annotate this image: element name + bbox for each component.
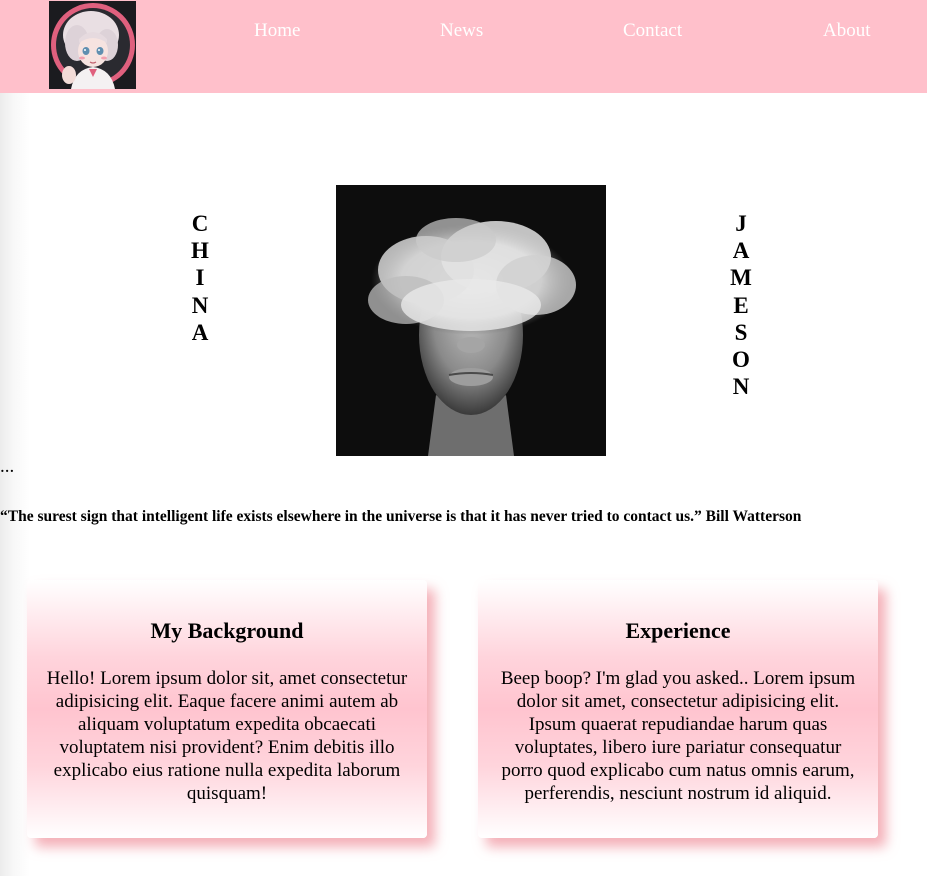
card-title: My Background [150,618,304,643]
last-name-vertical: J A M E S O N [721,210,761,400]
quote-text: “The surest sign that intelligent life e… [0,508,802,525]
name-letter: E [733,292,749,318]
name-letter: C [191,211,209,236]
smoke-face-icon [336,185,606,456]
name-letter: H [191,238,209,264]
card-body: Hello! Lorem ipsum dolor sit, amet conse… [46,668,408,804]
name-letter: I [195,265,205,291]
name-letter: N [732,374,750,400]
card-title: Experience [625,618,731,643]
nav-link-home[interactable]: Home [254,19,300,43]
logo-avatar[interactable] [49,1,136,89]
nav-link-news[interactable]: News [440,19,483,43]
card-body: Beep boop? I'm glad you asked.. Lorem ip… [500,668,856,804]
first-name-vertical: C H I N A [180,210,220,346]
navbar: Home News Contact About [0,0,927,93]
name-letter: N [191,292,209,318]
name-letter: J [735,211,747,236]
nav-link-about[interactable]: About [823,19,871,43]
background-card: My Background Hello! Lorem ipsum dolor s… [27,580,427,838]
name-letter: O [732,347,750,373]
experience-card: Experience Beep boop? I'm glad you asked… [478,580,878,838]
hero-image [336,185,606,456]
name-letter: M [730,265,752,291]
ellipsis-text: ... [0,456,15,477]
anime-avatar-icon [49,1,136,89]
name-letter: S [734,319,748,345]
page: Home News Contact About C H I N A J A M … [0,0,927,876]
name-letter: A [191,319,209,345]
name-letter: A [732,238,750,264]
nav-link-contact[interactable]: Contact [623,19,682,43]
